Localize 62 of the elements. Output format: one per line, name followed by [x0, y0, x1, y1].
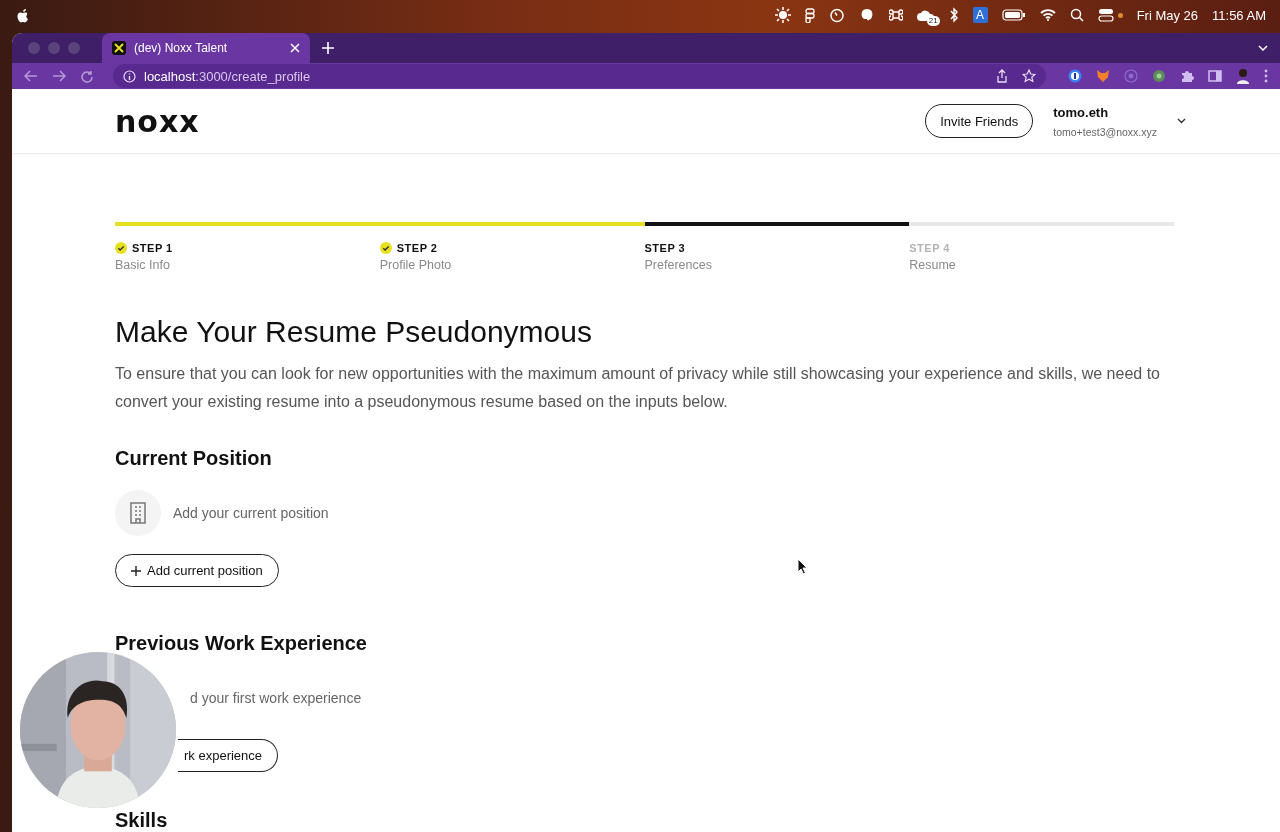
browser-tab[interactable]: (dev) Noxx Talent	[102, 33, 310, 63]
wifi-icon[interactable]	[1039, 9, 1056, 21]
search-icon[interactable]	[1069, 8, 1084, 22]
step-label: STEP 4	[909, 242, 950, 254]
window-minimize-dot[interactable]	[48, 42, 60, 54]
check-icon	[379, 242, 392, 254]
window-zoom-dot[interactable]	[68, 42, 80, 54]
status-dot	[1117, 12, 1123, 18]
control-center-icon[interactable]	[1097, 8, 1114, 22]
logo[interactable]: noxx	[115, 103, 200, 139]
menubar-time: 11:56 AM	[1212, 7, 1266, 23]
chevron-down-icon[interactable]	[1177, 118, 1186, 124]
input-source-indicator[interactable]: A	[972, 7, 988, 23]
step-title: Resume	[909, 258, 957, 272]
shape-icon[interactable]	[804, 7, 815, 23]
info-icon	[123, 69, 136, 83]
step-title: Profile Photo	[379, 258, 453, 272]
mouse-cursor-icon	[797, 558, 808, 575]
step-label: STEP 1	[132, 242, 173, 254]
back-icon[interactable]	[24, 70, 38, 82]
plus-icon	[131, 565, 141, 576]
sun-icon[interactable]	[774, 7, 791, 23]
address-bar[interactable]: localhost:3000/create_profile	[113, 64, 1046, 88]
share-icon[interactable]	[996, 69, 1008, 83]
step-title: Preferences	[644, 258, 713, 272]
timer-icon[interactable]	[828, 7, 845, 23]
menubar-date: Fri May 26	[1136, 7, 1199, 23]
empty-state-text: Add your current position	[173, 505, 329, 521]
user-name: tomo.eth	[1053, 104, 1110, 120]
empty-state-text: d your first work experience	[190, 690, 362, 706]
add-button[interactable]: Add current position	[115, 554, 279, 587]
close-icon[interactable]	[290, 43, 300, 53]
apple-icon[interactable]	[16, 7, 30, 23]
battery-icon[interactable]	[1001, 9, 1026, 21]
invite-button[interactable]: Invite Friends	[925, 104, 1034, 138]
window-close-dot[interactable]	[28, 42, 40, 54]
bluetooth-icon[interactable]	[948, 7, 959, 23]
section-heading: Skills	[115, 808, 169, 832]
user-email: tomo+test3@noxx.xyz	[1053, 125, 1157, 138]
puzzle-icon[interactable]	[1180, 69, 1194, 83]
intro-text: To ensure that you can look for new opportunities with the maximum amount of privacy while still showcasing your experience and skills, we need to convert your existing resume into a pseudonymous resume based on the inputs below.	[115, 364, 1161, 412]
star-icon[interactable]	[1022, 69, 1036, 83]
step-label: STEP 3	[644, 242, 686, 254]
section-heading: Current Position	[115, 446, 273, 470]
favicon-icon	[112, 41, 126, 55]
page-title: Make Your Resume Pseudonymous	[115, 314, 593, 350]
step-label: STEP 2	[396, 242, 438, 254]
fox-icon[interactable]	[1096, 69, 1110, 83]
reload-icon[interactable]	[80, 69, 93, 83]
building-icon	[115, 490, 161, 536]
command-icon[interactable]	[888, 8, 903, 22]
new-tab-icon[interactable]	[322, 42, 334, 54]
notification-badge: 21	[926, 16, 940, 26]
section-heading: Previous Work Experience	[115, 631, 368, 655]
add-button[interactable]: rk experience	[178, 739, 279, 772]
step-title: Basic Info	[115, 258, 171, 272]
check-icon	[115, 242, 127, 254]
avatar-icon[interactable]	[1236, 68, 1250, 84]
menu-icon[interactable]	[1264, 69, 1268, 83]
keyhole-icon[interactable]	[1068, 69, 1082, 83]
sidebar-icon[interactable]	[1208, 69, 1222, 83]
forward-icon[interactable]	[52, 70, 66, 82]
